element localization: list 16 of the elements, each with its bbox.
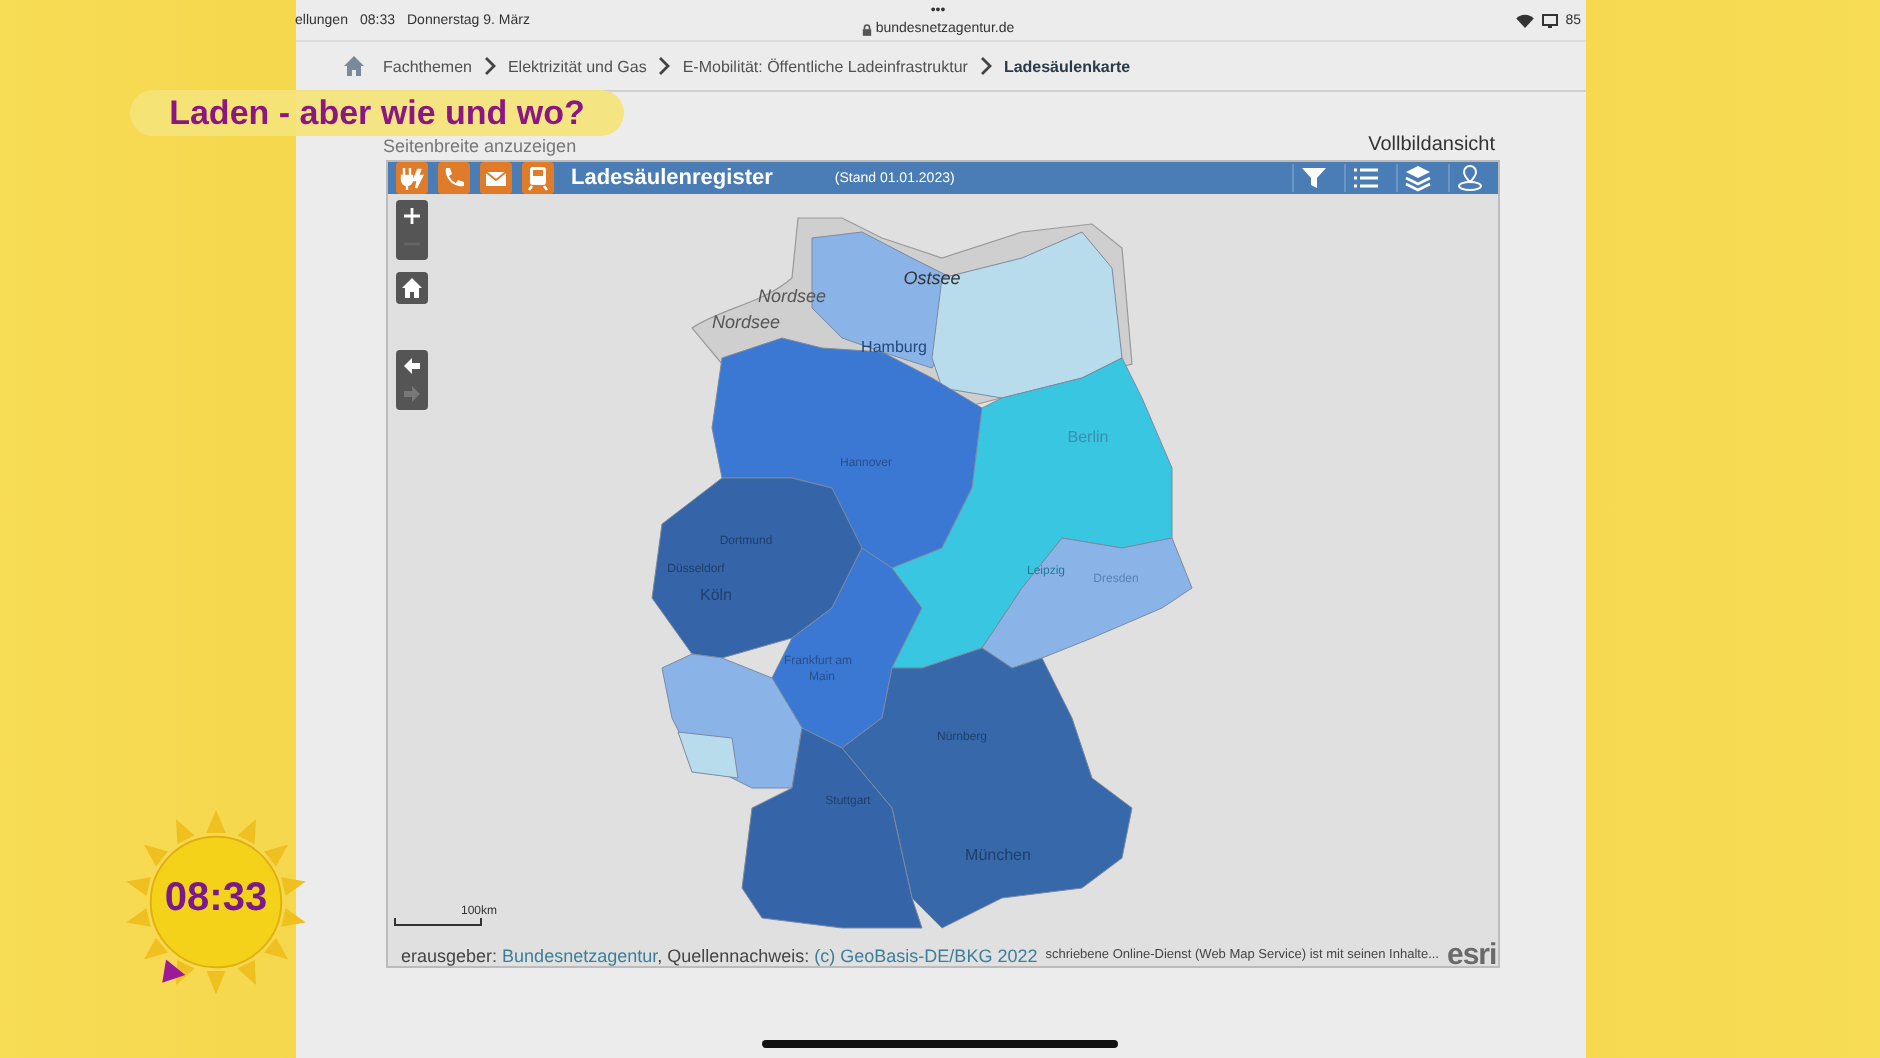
breadcrumb-link[interactable]: Elektrizität und Gas [507, 57, 647, 75]
place-label: Köln [699, 586, 731, 604]
show-title-banner: Laden - aber wie und wo? [130, 90, 624, 136]
map-title: Ladesäulenregister [571, 166, 773, 190]
place-label: Nordsee [710, 312, 780, 332]
hint-text: Seitenbreite anzuzeigen [383, 136, 577, 156]
fullscreen-link[interactable]: Vollbildansicht [1368, 134, 1495, 156]
breadcrumb-link[interactable]: Fachthemen [383, 57, 472, 75]
breadcrumb-link[interactable]: Ladesäulenkarte [1003, 57, 1131, 75]
place-label: München [964, 846, 1030, 864]
attribution-text: erausgeber: Bundesnetzagentur, Quellennachweis: (c) GeoBasis-DE/BKG 2022 [401, 945, 1038, 965]
clock-time: 08:33 [162, 876, 270, 922]
place-label: Hamburg [860, 338, 926, 356]
esri-logo: esri [1447, 938, 1497, 972]
place-label: Ostsee [902, 268, 960, 288]
breadcrumb-link[interactable]: E-Mobilität: Öffentliche Ladeinfrastruktur [682, 57, 968, 75]
